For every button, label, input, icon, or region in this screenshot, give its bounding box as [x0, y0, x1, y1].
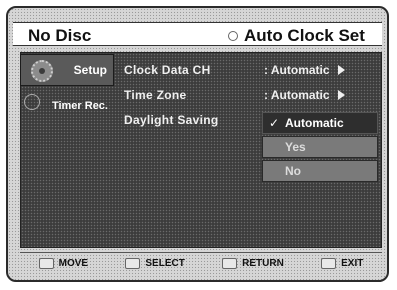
tab-setup-label: Setup — [73, 63, 107, 77]
disc-status: No Disc — [28, 26, 92, 45]
option-no-label: No — [285, 164, 301, 178]
tab-timer-rec[interactable]: Timer Rec. — [20, 90, 114, 122]
page-title-text: Auto Clock Set — [244, 26, 365, 45]
control-select: SELECT — [125, 258, 185, 269]
arrow-right-icon — [337, 90, 345, 100]
setting-time-zone-value[interactable]: : Automatic — [264, 88, 345, 102]
control-exit-label: EXIT — [341, 258, 364, 269]
daylight-saving-options: ✓ Automatic Yes No — [262, 112, 378, 184]
control-select-label: SELECT — [145, 258, 185, 269]
exit-key-icon — [321, 258, 337, 269]
setting-clock-data-ch-label[interactable]: Clock Data CH — [124, 63, 211, 77]
option-automatic-label: Automatic — [285, 116, 344, 130]
control-bar: MOVE SELECT RETURN EXIT — [20, 252, 382, 274]
disc-icon — [228, 31, 238, 41]
setting-clock-data-ch-value[interactable]: : Automatic — [264, 63, 345, 77]
control-move-label: MOVE — [58, 258, 89, 269]
arrow-right-icon — [337, 65, 345, 75]
control-move: MOVE — [38, 258, 89, 269]
setting-clock-data-ch-value-text: : Automatic — [264, 63, 330, 77]
option-automatic[interactable]: ✓ Automatic — [262, 112, 378, 134]
control-exit: EXIT — [321, 258, 363, 269]
move-key-icon — [38, 258, 54, 269]
tab-timer-rec-label: Timer Rec. — [51, 100, 108, 112]
gear-icon — [31, 60, 53, 82]
page-title: Auto Clock Set — [228, 26, 365, 46]
option-no[interactable]: No — [262, 160, 378, 182]
setting-time-zone-value-text: : Automatic — [264, 88, 330, 102]
select-key-icon — [125, 258, 141, 269]
option-yes[interactable]: Yes — [262, 136, 378, 158]
setting-daylight-saving-label[interactable]: Daylight Saving — [124, 113, 219, 127]
clock-icon — [24, 94, 40, 110]
return-key-icon — [222, 258, 238, 269]
setting-time-zone-label[interactable]: Time Zone — [124, 88, 187, 102]
control-return-label: RETURN — [242, 258, 284, 269]
tab-setup[interactable]: Setup — [20, 54, 114, 86]
option-yes-label: Yes — [285, 140, 306, 154]
control-return: RETURN — [222, 258, 284, 269]
check-icon: ✓ — [269, 116, 280, 130]
